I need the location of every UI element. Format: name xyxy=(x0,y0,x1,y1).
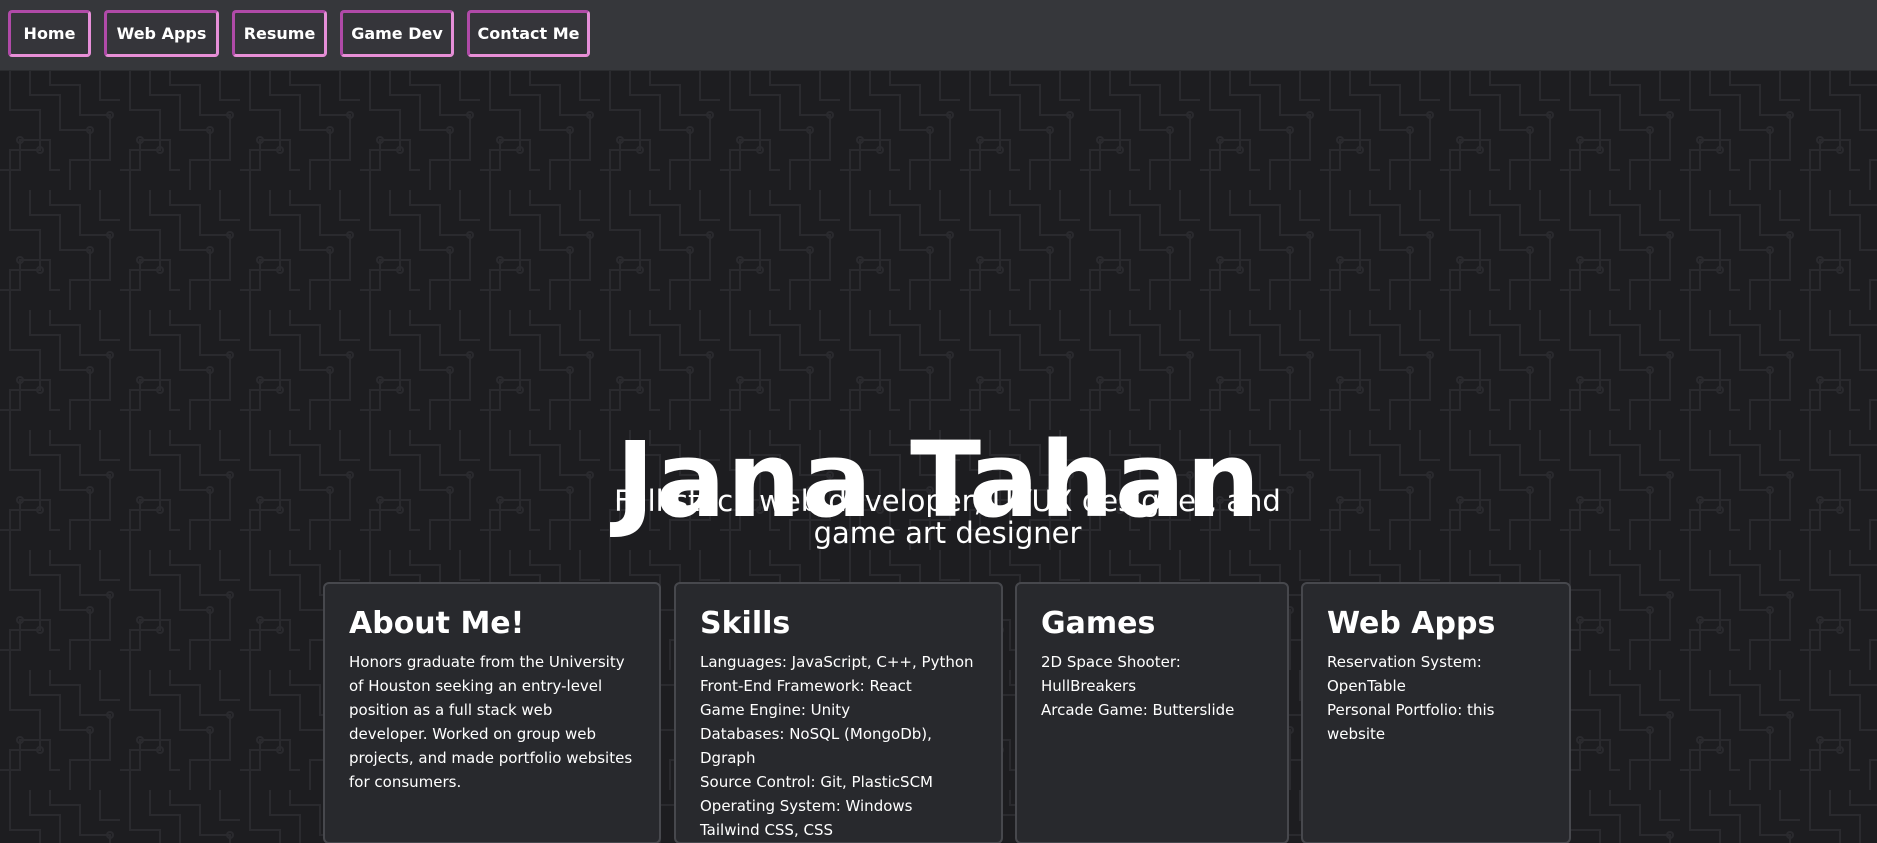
about-card: About Me! Honors graduate from the Unive… xyxy=(323,582,661,843)
page: Home Web Apps Resume Game Dev Contact Me… xyxy=(0,0,1877,843)
skills-line: Game Engine: Unity xyxy=(700,701,851,719)
skills-line: Front-End Framework: React xyxy=(700,677,912,695)
web-apps-card: Web Apps Reservation System: OpenTable P… xyxy=(1301,582,1571,843)
skills-line: Databases: NoSQL (MongoDb), Dgraph xyxy=(700,725,932,767)
nav-web-apps-button[interactable]: Web Apps xyxy=(104,10,219,57)
skills-line: Source Control: Git, PlasticSCM xyxy=(700,773,933,791)
skills-card: Skills Languages: JavaScript, C++, Pytho… xyxy=(674,582,1003,843)
web-apps-card-title: Web Apps xyxy=(1327,606,1496,641)
nav-resume-button[interactable]: Resume xyxy=(232,10,327,57)
skills-line: Operating System: Windows xyxy=(700,797,913,815)
skills-line: Languages: JavaScript, C++, Python xyxy=(700,653,974,671)
hero-tagline: Full stack web developer, UI/UX designer… xyxy=(614,484,1281,550)
nav-contact-me-button[interactable]: Contact Me xyxy=(467,10,590,57)
web-apps-line: Reservation System: OpenTable xyxy=(1327,653,1482,695)
nav-game-dev-button[interactable]: Game Dev xyxy=(340,10,454,57)
nav-home-button[interactable]: Home xyxy=(8,10,91,57)
top-navbar: Home Web Apps Resume Game Dev Contact Me xyxy=(0,0,1877,71)
skills-line: Tailwind CSS, CSS xyxy=(700,821,834,839)
games-card: Games 2D Space Shooter: HullBreakers Arc… xyxy=(1015,582,1289,843)
about-card-text: Honors graduate from the University of H… xyxy=(349,653,633,791)
skills-card-title: Skills xyxy=(700,606,791,641)
games-card-title: Games xyxy=(1041,606,1156,641)
games-line: 2D Space Shooter: HullBreakers xyxy=(1041,653,1181,695)
games-line: Arcade Game: Butterslide xyxy=(1041,701,1235,719)
web-apps-line: Personal Portfolio: this website xyxy=(1327,701,1495,743)
about-card-title: About Me! xyxy=(349,606,525,641)
